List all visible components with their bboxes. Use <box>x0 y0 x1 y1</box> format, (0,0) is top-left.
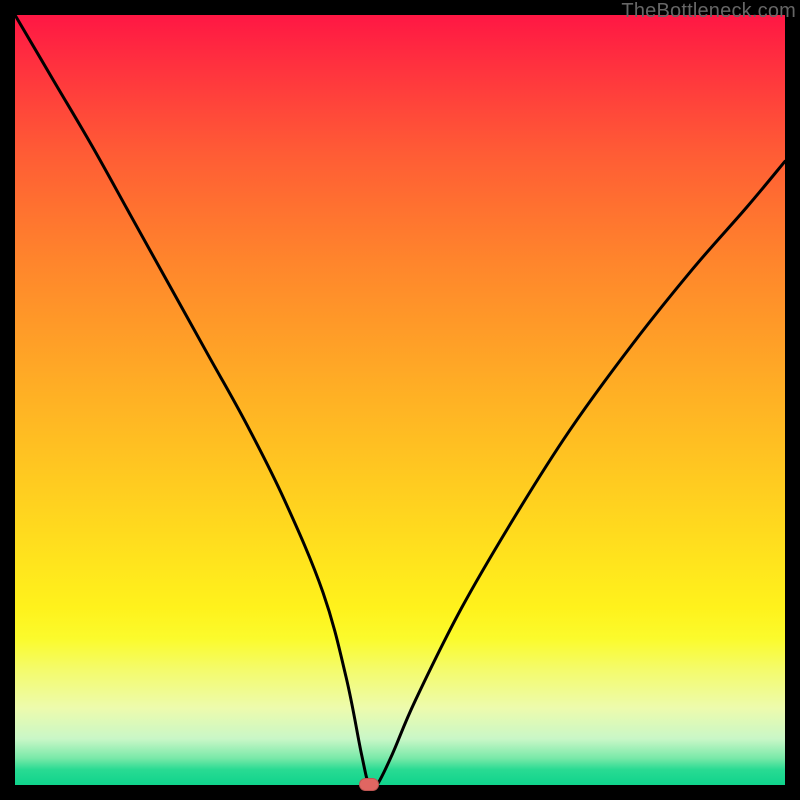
plot-area <box>15 15 785 785</box>
watermark-text: TheBottleneck.com <box>621 0 796 23</box>
bottleneck-curve <box>15 15 785 785</box>
min-marker <box>359 778 379 791</box>
chart-stage: TheBottleneck.com <box>0 0 800 800</box>
